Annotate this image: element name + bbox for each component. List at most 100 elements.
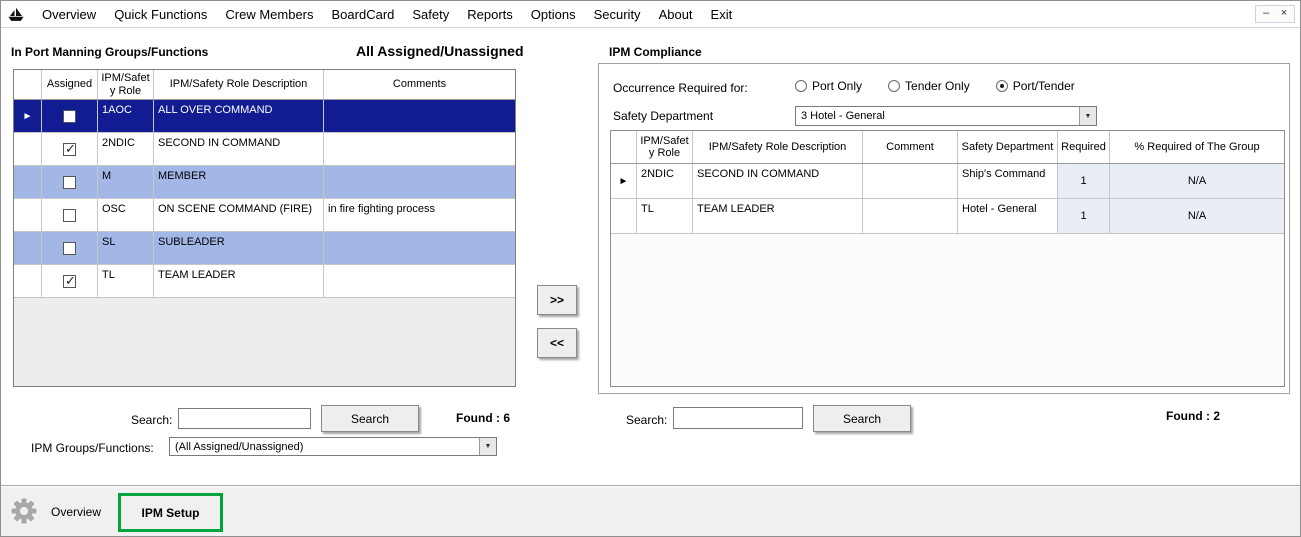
radio-tender-only[interactable]: Tender Only (888, 79, 970, 93)
menu-item-about[interactable]: About (650, 3, 702, 26)
table-row[interactable]: TL TEAM LEADER Hotel - General 1 N/A (611, 199, 1284, 234)
assigned-checkbox[interactable] (63, 241, 76, 255)
description-cell[interactable]: TEAM LEADER (693, 199, 863, 234)
table-row[interactable]: ► 1AOC ALL OVER COMMAND (14, 100, 515, 133)
dropdown-arrow-icon[interactable]: ▼ (479, 438, 496, 455)
menu-item-reports[interactable]: Reports (458, 3, 522, 26)
tab-ipm-setup[interactable]: IPM Setup (118, 493, 223, 532)
row-selector-cell[interactable] (14, 265, 42, 298)
roles-grid: Assigned IPM/Safety Role IPM/Safety Role… (13, 69, 516, 387)
required-cell[interactable]: 1 (1058, 164, 1110, 199)
right-search-input[interactable] (673, 407, 803, 429)
move-right-button[interactable]: >> (537, 285, 577, 315)
left-search-input[interactable] (178, 408, 311, 429)
row-selector-cell[interactable] (14, 199, 42, 232)
table-row[interactable]: 2NDIC SECOND IN COMMAND (14, 133, 515, 166)
ship-icon (8, 7, 24, 21)
role-cell[interactable]: 1AOC (98, 100, 154, 133)
comment-cell[interactable] (863, 199, 958, 234)
description-cell[interactable]: SUBLEADER (154, 232, 324, 265)
comments-cell[interactable] (324, 100, 515, 133)
required-cell[interactable]: 1 (1058, 199, 1110, 234)
close-button[interactable]: × (1276, 7, 1292, 21)
description-cell[interactable]: ON SCENE COMMAND (FIRE) (154, 199, 324, 232)
comments-cell[interactable]: in fire fighting process (324, 199, 515, 232)
radio-button-icon[interactable] (888, 80, 901, 92)
assigned-cell[interactable] (42, 232, 98, 265)
table-row[interactable]: TL TEAM LEADER (14, 265, 515, 298)
role-cell[interactable]: OSC (98, 199, 154, 232)
menu-item-exit[interactable]: Exit (702, 3, 742, 26)
menu-item-overview[interactable]: Overview (33, 3, 105, 26)
app-icon (7, 6, 27, 23)
row-selector-cell[interactable] (611, 199, 637, 234)
row-selector-cell[interactable] (14, 166, 42, 199)
role-cell[interactable]: TL (637, 199, 693, 234)
assigned-checkbox[interactable] (63, 175, 76, 189)
assigned-cell[interactable] (42, 133, 98, 166)
menu-item-safety[interactable]: Safety (403, 3, 458, 26)
comments-cell[interactable] (324, 166, 515, 199)
description-cell[interactable]: ALL OVER COMMAND (154, 100, 324, 133)
ipm-groups-select[interactable]: (All Assigned/Unassigned) ▼ (169, 437, 497, 456)
comment-cell[interactable] (863, 164, 958, 199)
assigned-checkbox[interactable] (63, 208, 76, 222)
left-panel-title: In Port Manning Groups/Functions (11, 45, 209, 59)
role-cell[interactable]: TL (98, 265, 154, 298)
right-search-button[interactable]: Search (813, 405, 911, 432)
move-left-button[interactable]: << (537, 328, 577, 358)
assigned-cell[interactable] (42, 265, 98, 298)
window-controls: – × (1255, 5, 1295, 23)
table-row[interactable]: ► 2NDIC SECOND IN COMMAND Ship's Command… (611, 164, 1284, 199)
assigned-checkbox[interactable] (63, 141, 76, 157)
role-cell[interactable]: 2NDIC (98, 133, 154, 166)
role-cell[interactable]: M (98, 166, 154, 199)
comments-cell[interactable] (324, 232, 515, 265)
row-selector-cell[interactable] (14, 232, 42, 265)
bottom-tab-bar: Overview IPM Setup (1, 485, 1300, 536)
department-cell[interactable]: Hotel - General (958, 199, 1058, 234)
table-row[interactable]: SL SUBLEADER (14, 232, 515, 265)
tab-ipm-setup-label: IPM Setup (141, 505, 200, 520)
left-search-label: Search: (131, 413, 173, 427)
menu-item-quick-functions[interactable]: Quick Functions (105, 3, 216, 26)
safety-department-select[interactable]: 3 Hotel - General ▼ (795, 106, 1097, 126)
left-search-button[interactable]: Search (321, 405, 419, 432)
assigned-checkbox[interactable] (63, 109, 76, 123)
menu-item-security[interactable]: Security (585, 3, 650, 26)
role-cell[interactable]: SL (98, 232, 154, 265)
table-row[interactable]: M MEMBER (14, 166, 515, 199)
description-cell[interactable]: SECOND IN COMMAND (693, 164, 863, 199)
description-cell[interactable]: MEMBER (154, 166, 324, 199)
department-cell[interactable]: Ship's Command (958, 164, 1058, 199)
minimize-button[interactable]: – (1258, 7, 1274, 21)
header-assigned: Assigned (42, 70, 98, 99)
comments-cell[interactable] (324, 265, 515, 298)
compliance-grid-header: IPM/Safety Role IPM/Safety Role Descript… (611, 131, 1284, 164)
radio-button-icon[interactable] (795, 80, 807, 92)
comments-cell[interactable] (324, 133, 515, 166)
row-selector-cell[interactable] (14, 133, 42, 166)
radio-port-only[interactable]: Port Only (795, 79, 862, 93)
dropdown-arrow-icon[interactable]: ▼ (1079, 107, 1096, 125)
tab-overview[interactable]: Overview (51, 505, 101, 519)
description-cell[interactable]: SECOND IN COMMAND (154, 133, 324, 166)
row-selector-cell[interactable]: ► (14, 100, 42, 133)
pct-required-cell[interactable]: N/A (1110, 164, 1284, 199)
assigned-cell[interactable] (42, 199, 98, 232)
assigned-checkbox[interactable] (63, 273, 76, 289)
radio-label: Port/Tender (1012, 79, 1075, 93)
row-selector-cell[interactable]: ► (611, 164, 637, 199)
menu-item-crew-members[interactable]: Crew Members (216, 3, 322, 26)
assigned-cell[interactable] (42, 100, 98, 133)
pct-required-cell[interactable]: N/A (1110, 199, 1284, 234)
ipm-compliance-groupbox: Occurrence Required for: Port Only Tende… (598, 63, 1290, 394)
radio-port-tender[interactable]: Port/Tender (995, 79, 1075, 93)
description-cell[interactable]: TEAM LEADER (154, 265, 324, 298)
menu-item-boardcard[interactable]: BoardCard (323, 3, 404, 26)
radio-button-icon[interactable] (995, 80, 1008, 92)
menu-item-options[interactable]: Options (522, 3, 585, 26)
assigned-cell[interactable] (42, 166, 98, 199)
role-cell[interactable]: 2NDIC (637, 164, 693, 199)
table-row[interactable]: OSC ON SCENE COMMAND (FIRE) in fire figh… (14, 199, 515, 232)
